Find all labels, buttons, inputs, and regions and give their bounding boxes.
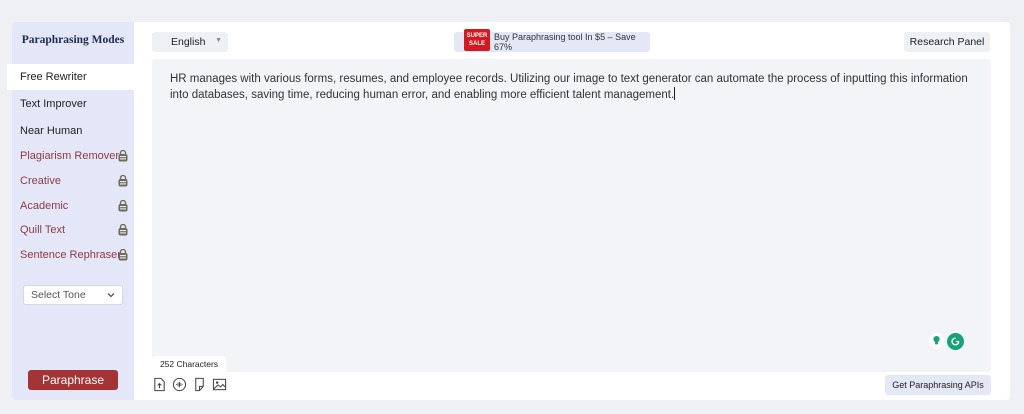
- lock-icon: [118, 224, 128, 236]
- editor-content[interactable]: HR manages with various forms, resumes, …: [170, 71, 970, 103]
- language-value: English: [171, 36, 206, 48]
- lock-icon: [118, 150, 128, 162]
- mode-free-rewriter[interactable]: Free Rewriter: [7, 64, 134, 90]
- mode-label: Sentence Rephraser: [20, 249, 121, 261]
- mode-label: Quill Text: [20, 224, 66, 236]
- lock-icon: [118, 249, 128, 261]
- text-caret: [674, 87, 676, 100]
- character-count: 252 Characters: [152, 356, 226, 372]
- paraphrase-button[interactable]: Paraphrase: [28, 370, 118, 390]
- tone-select[interactable]: Select Tone: [23, 285, 123, 305]
- upload-icon[interactable]: [152, 377, 167, 392]
- research-panel-button[interactable]: Research Panel: [904, 32, 990, 52]
- mode-sentence-rephraser[interactable]: Sentence Rephraser: [12, 242, 134, 268]
- tone-placeholder: Select Tone: [31, 289, 86, 301]
- promo-banner[interactable]: SUPER SALE Buy Paraphrasing tool In $5 –…: [454, 29, 650, 52]
- mode-label: Creative: [20, 175, 61, 187]
- modes-sidebar: Paraphrasing Modes Free Rewriter Text Im…: [7, 22, 134, 400]
- lock-icon: [118, 200, 128, 212]
- mode-label: Plagiarism Remover: [20, 150, 120, 162]
- mode-label: Text Improver: [20, 98, 87, 110]
- sidebar-title: Paraphrasing Modes: [21, 34, 125, 46]
- dropdown-arrow-icon: ▼: [215, 37, 222, 44]
- text-editor[interactable]: HR manages with various forms, resumes, …: [152, 59, 991, 372]
- promo-text: Buy Paraphrasing tool In $5 – Save 67%: [494, 32, 636, 52]
- language-select[interactable]: English ▼: [152, 32, 228, 52]
- mode-label: Free Rewriter: [20, 71, 87, 83]
- grammar-check-icon[interactable]: [947, 333, 964, 350]
- assistant-icons: [929, 333, 964, 350]
- mode-creative[interactable]: Creative: [12, 168, 134, 194]
- document-icon[interactable]: [192, 377, 207, 392]
- lock-icon: [118, 175, 128, 187]
- sale-badge-line2: SALE: [468, 41, 485, 47]
- chevron-down-icon: [107, 293, 115, 298]
- editor-text: HR manages with various forms, resumes, …: [170, 73, 968, 101]
- mode-label: Near Human: [20, 125, 83, 137]
- mode-academic[interactable]: Academic: [12, 193, 134, 219]
- lightbulb-icon[interactable]: [929, 333, 944, 348]
- editor-panel: English ▼ SUPER SALE Buy Paraphrasing to…: [134, 22, 1010, 400]
- mode-label: Academic: [20, 200, 69, 212]
- input-tools: [152, 377, 227, 392]
- image-icon[interactable]: [212, 377, 227, 392]
- sale-badge-line1: SUPER: [466, 33, 488, 39]
- audio-icon[interactable]: [172, 377, 187, 392]
- super-sale-badge: SUPER SALE: [464, 29, 490, 51]
- get-apis-button[interactable]: Get Paraphrasing APIs: [885, 375, 991, 395]
- mode-plagiarism-remover[interactable]: Plagiarism Remover: [12, 143, 134, 169]
- mode-quill-text[interactable]: Quill Text: [12, 217, 134, 243]
- mode-text-improver[interactable]: Text Improver: [12, 91, 134, 117]
- mode-near-human[interactable]: Near Human: [12, 118, 134, 144]
